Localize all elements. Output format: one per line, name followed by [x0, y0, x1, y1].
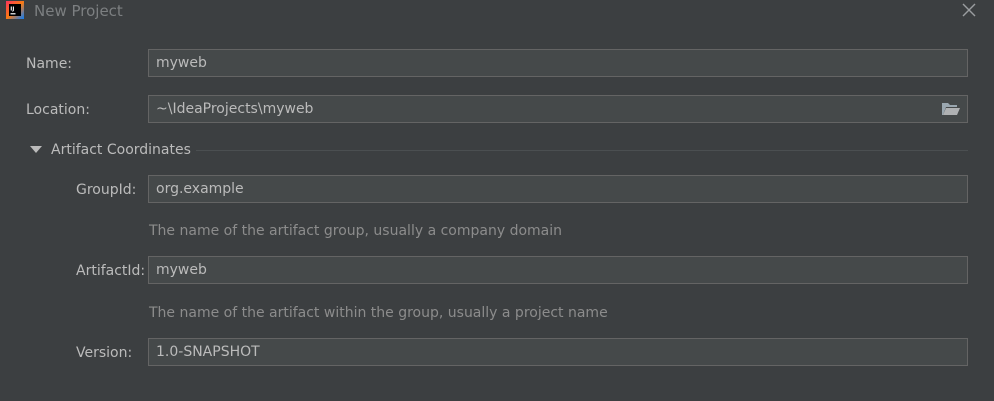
name-value: myweb: [156, 55, 207, 71]
section-title: Artifact Coordinates: [51, 142, 191, 158]
intellij-idea-icon: IJ: [6, 1, 24, 19]
groupid-hint: The name of the artifact group, usually …: [149, 223, 562, 239]
close-icon[interactable]: [958, 0, 980, 20]
version-field[interactable]: 1.0-SNAPSHOT: [148, 338, 968, 366]
name-label: Name:: [26, 56, 73, 72]
location-value: ~\IdeaProjects\myweb: [156, 101, 314, 117]
groupid-field[interactable]: org.example: [148, 175, 968, 203]
artifactid-field[interactable]: myweb: [148, 256, 968, 284]
app-icon-text: IJ: [10, 7, 14, 13]
new-project-dialog: IJ New Project Name: myweb Location: ~\I…: [0, 0, 994, 401]
window-title: New Project: [34, 2, 123, 20]
name-field[interactable]: myweb: [148, 49, 968, 77]
title-bar: IJ New Project: [0, 0, 994, 22]
location-label: Location:: [26, 102, 90, 118]
section-divider: [196, 150, 968, 151]
artifactid-hint: The name of the artifact within the grou…: [149, 305, 608, 321]
location-field[interactable]: ~\IdeaProjects\myweb: [148, 95, 968, 123]
artifactid-label: ArtifactId:: [76, 263, 146, 279]
triangle-down-icon: [30, 146, 42, 153]
version-value: 1.0-SNAPSHOT: [156, 344, 260, 360]
groupid-value: org.example: [156, 181, 244, 197]
folder-open-icon[interactable]: [940, 100, 962, 118]
groupid-label: GroupId:: [76, 182, 137, 198]
version-label: Version:: [76, 345, 133, 361]
artifactid-value: myweb: [156, 262, 207, 278]
